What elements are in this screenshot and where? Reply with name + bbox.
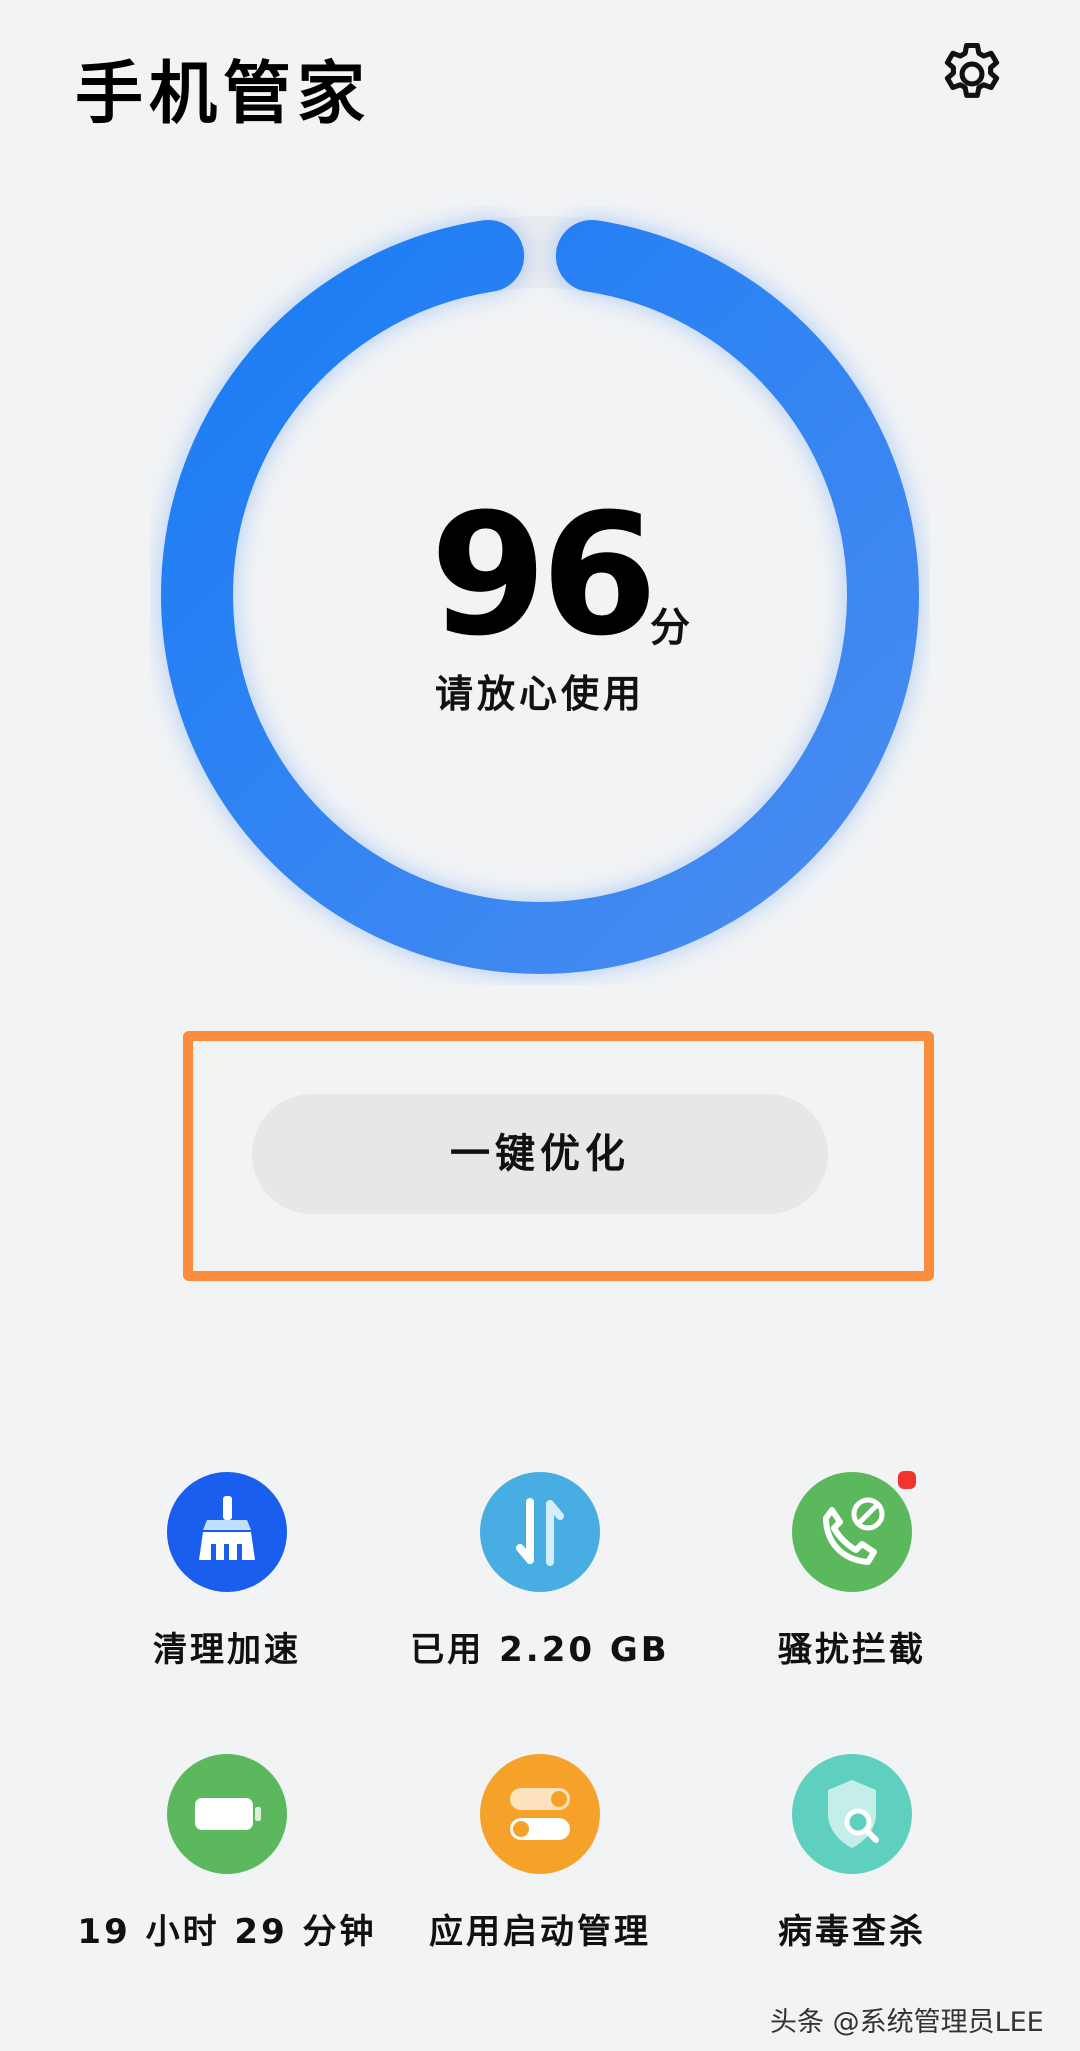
score-value: 96 [430,477,658,673]
shield-search-icon [792,1754,912,1874]
battery-icon [167,1754,287,1874]
tool-storage-usage[interactable]: 已用 2.20 GB [380,1472,700,1692]
watermark-text: 头条 @系统管理员LEE [770,2007,1044,2038]
gear-icon [944,42,1000,98]
toggle-switches-icon [480,1754,600,1874]
tool-label: 已用 2.20 GB [410,1630,670,1670]
tool-clean-accelerate[interactable]: 清理加速 [67,1472,387,1692]
tool-label: 骚扰拦截 [778,1630,926,1670]
phone-block-icon [792,1472,912,1592]
score-readout: 96 分 [150,480,930,680]
tool-label: 应用启动管理 [429,1912,651,1952]
tool-label: 清理加速 [153,1630,301,1670]
score-unit: 分 [650,605,690,651]
one-click-optimize-button[interactable]: 一键优化 [252,1094,828,1214]
page-title: 手机管家 [75,54,372,134]
tool-virus-scan[interactable]: 病毒查杀 [692,1754,1012,1974]
transfer-arrows-icon [480,1472,600,1592]
tool-harassment-block[interactable]: 骚扰拦截 [692,1468,1012,1692]
notification-badge [895,1468,919,1492]
tool-battery[interactable]: 19 小时 29 分钟 [67,1754,387,1974]
tool-label: 19 小时 29 分钟 [77,1912,377,1952]
settings-button[interactable] [936,38,1008,110]
tool-label: 病毒查杀 [778,1912,926,1952]
score-description: 请放心使用 [434,672,645,716]
tool-app-launch-manager[interactable]: 应用启动管理 [380,1754,700,1974]
broom-icon [167,1472,287,1592]
